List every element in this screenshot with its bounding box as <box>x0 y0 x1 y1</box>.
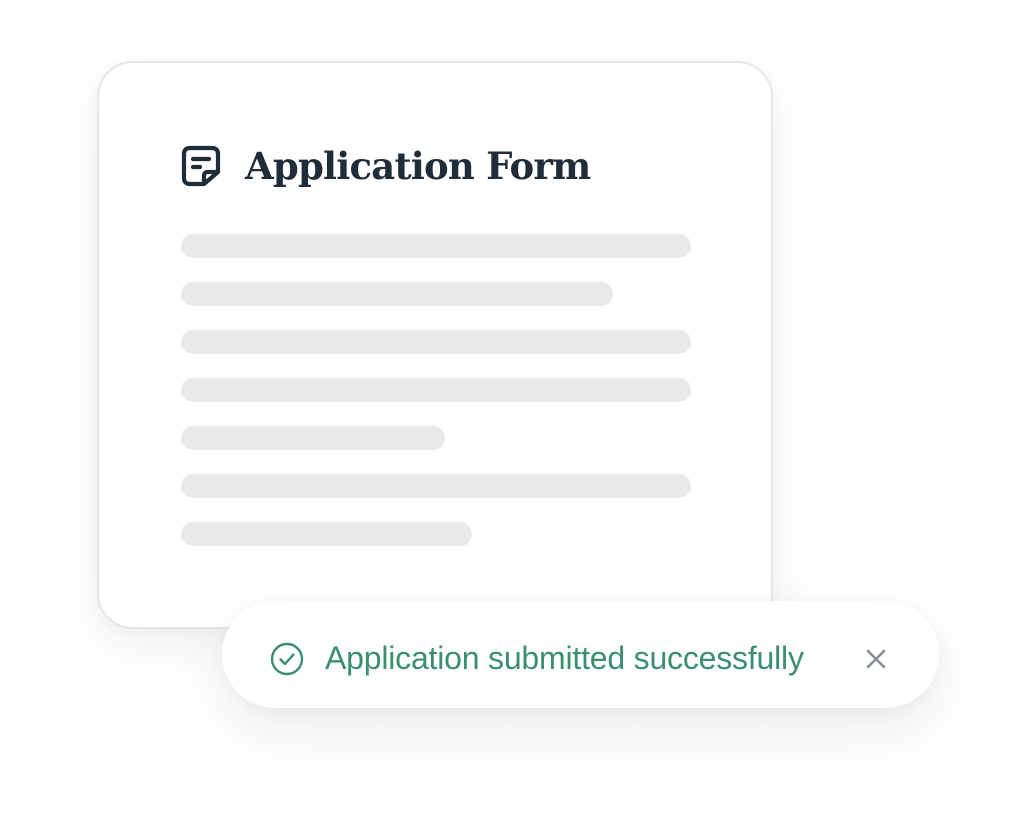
success-toast: Application submitted successfully <box>222 601 939 708</box>
skeleton-line <box>181 330 691 354</box>
skeleton-line <box>181 474 691 498</box>
skeleton-line <box>181 282 613 306</box>
application-form-card: Application Form <box>97 61 773 629</box>
close-icon[interactable] <box>862 645 890 673</box>
form-title: Application Form <box>245 144 591 188</box>
skeleton-line <box>181 522 472 546</box>
check-circle-icon <box>270 642 304 676</box>
form-document-icon <box>181 145 221 187</box>
skeleton-line <box>181 234 691 258</box>
toast-message: Application submitted successfully <box>325 640 804 676</box>
skeleton-line <box>181 378 691 402</box>
form-header: Application Form <box>181 143 591 189</box>
skeleton-line <box>181 426 445 450</box>
